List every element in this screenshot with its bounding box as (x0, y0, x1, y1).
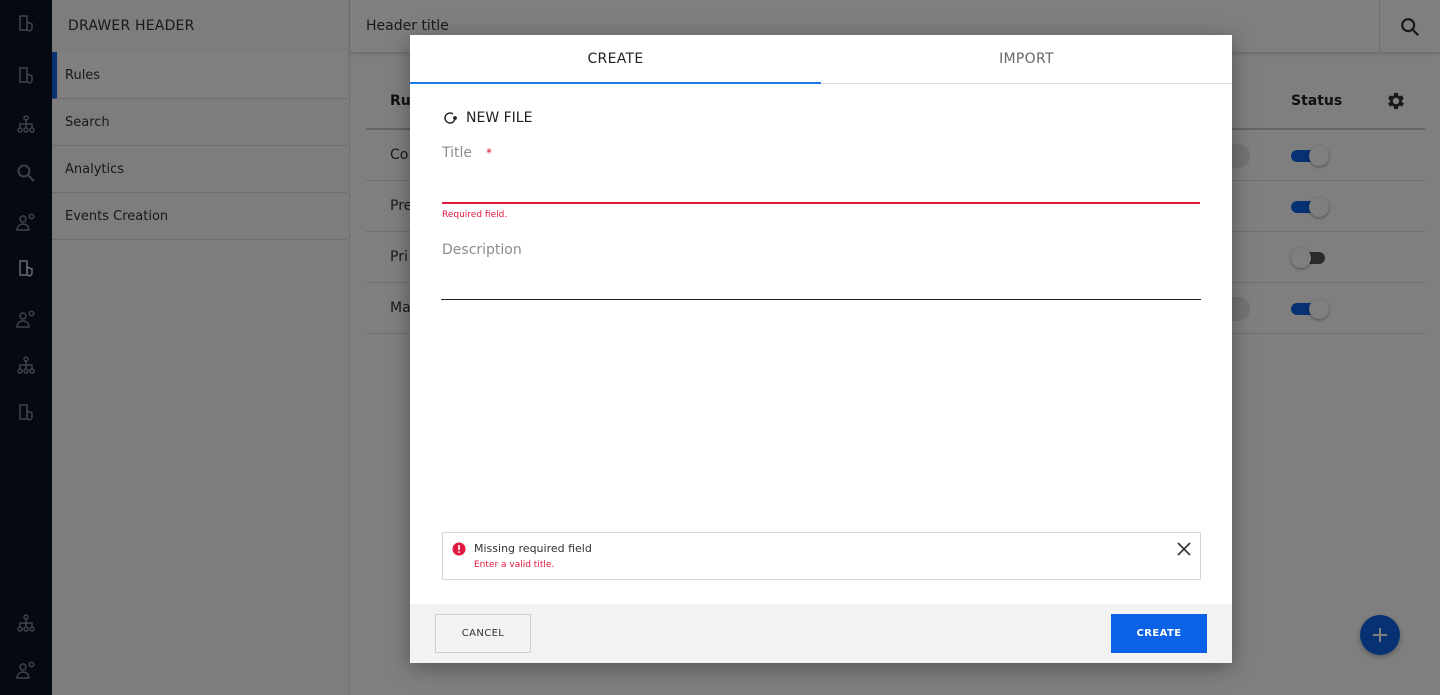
new-file-label: NEW FILE (466, 110, 533, 126)
dialog-footer: CANCEL CREATE (410, 604, 1232, 663)
close-icon[interactable] (1176, 541, 1192, 557)
tab-import[interactable]: IMPORT (821, 35, 1232, 83)
create-file-dialog: CREATE IMPORT NEW FILE Title * Required f… (410, 35, 1232, 663)
title-input[interactable] (442, 170, 1200, 200)
create-button[interactable]: CREATE (1111, 614, 1207, 653)
description-input[interactable] (442, 267, 1200, 297)
title-input-underline (442, 202, 1200, 204)
cancel-button[interactable]: CANCEL (435, 614, 531, 653)
error-alert: Missing required field Enter a valid tit… (442, 532, 1201, 580)
alert-title: Missing required field (474, 542, 592, 555)
tab-create[interactable]: CREATE (410, 35, 821, 84)
description-field-label: Description (442, 242, 522, 258)
error-icon (452, 542, 466, 556)
new-file-heading: NEW FILE (442, 110, 532, 126)
required-marker: * (486, 146, 493, 160)
title-label-text: Title (442, 145, 473, 161)
description-input-underline (441, 299, 1201, 300)
title-error-text: Required field. (442, 210, 508, 220)
title-field-label: Title * (442, 145, 492, 161)
alert-message: Enter a valid title. (474, 560, 555, 570)
refresh-circle-icon (444, 112, 457, 124)
dialog-tabs: CREATE IMPORT (410, 35, 1232, 84)
